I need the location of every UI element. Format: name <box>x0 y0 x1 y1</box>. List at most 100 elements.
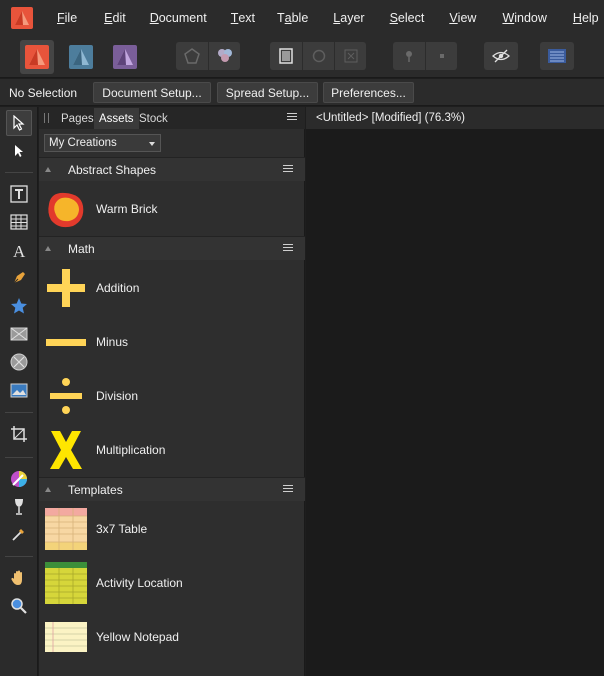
studio-link-designer-button[interactable] <box>176 42 208 70</box>
menu-text[interactable]: Text <box>231 0 255 36</box>
chevron-down-icon <box>149 142 155 146</box>
photo-persona-button[interactable] <box>108 40 142 74</box>
section-title: Math <box>68 241 95 256</box>
preflight-button[interactable] <box>484 42 518 70</box>
asset-addition[interactable]: Addition <box>39 261 305 315</box>
menu-view[interactable]: View <box>449 0 476 36</box>
menu-window[interactable]: Window <box>502 0 546 36</box>
spread-setup-button[interactable]: Spread Setup... <box>217 82 318 103</box>
asset-yellow-notepad[interactable]: Yellow Notepad <box>39 610 305 664</box>
asset-label: Warm Brick <box>96 202 158 216</box>
circle-icon <box>312 49 325 63</box>
pin-settings-button[interactable] <box>425 42 457 70</box>
asset-3x7-table[interactable]: 3x7 Table <box>39 502 305 556</box>
color-picker-tool[interactable] <box>6 521 32 547</box>
node-tool[interactable] <box>6 138 32 164</box>
tools-panel: A <box>0 107 38 676</box>
section-title: Templates <box>68 482 123 497</box>
section-templates[interactable]: Templates <box>39 477 305 501</box>
normal-view-button[interactable] <box>270 42 302 70</box>
asset-minus[interactable]: Minus <box>39 315 305 369</box>
fill-tool[interactable] <box>6 466 32 492</box>
shape-tool[interactable] <box>6 293 32 319</box>
asset-activity-location[interactable]: Activity Location <box>39 556 305 610</box>
pin-button[interactable] <box>393 42 425 70</box>
document-tab[interactable]: <Untitled> [Modified] (76.3%) <box>306 107 604 129</box>
pen-tool[interactable] <box>6 265 32 291</box>
artistic-text-tool[interactable]: A <box>6 238 32 264</box>
asset-label: Division <box>96 389 139 403</box>
document-canvas[interactable] <box>306 129 604 676</box>
section-menu-icon[interactable] <box>283 244 297 254</box>
collapse-triangle-icon[interactable] <box>45 246 51 251</box>
text-frame-button[interactable] <box>540 42 574 70</box>
picture-frame-tool[interactable] <box>6 321 32 347</box>
wine-glass-icon <box>15 499 23 515</box>
menu-table[interactable]: Ta ble <box>277 0 308 36</box>
menu-help[interactable]: Help <box>573 0 599 36</box>
solid-arrow-icon <box>15 145 23 157</box>
move-tool[interactable] <box>6 110 32 136</box>
frame-text-tool[interactable] <box>6 181 32 207</box>
yellow-notepad-thumbnail <box>45 622 87 652</box>
transparency-tool[interactable] <box>6 494 32 520</box>
crop-tool[interactable] <box>6 421 32 447</box>
plus-sign-thumbnail <box>47 269 85 307</box>
studio-link-photo-button[interactable] <box>208 42 240 70</box>
table-template-thumbnail <box>45 508 87 550</box>
table-grid-icon <box>10 214 28 230</box>
panel-tab-bar: Pages Assets Stock <box>39 107 305 129</box>
tab-pages[interactable]: Pages <box>56 108 99 129</box>
section-abstract-shapes[interactable]: Abstract Shapes <box>39 157 305 181</box>
tab-stock[interactable]: Stock <box>134 108 173 129</box>
view-tool[interactable] <box>6 565 32 591</box>
letter-a-icon: A <box>13 242 26 260</box>
preview-mode-button[interactable] <box>302 42 334 70</box>
panel-menu-icon[interactable] <box>287 113 301 123</box>
bleed-mode-button[interactable] <box>334 42 366 70</box>
menu-layer[interactable]: Layer <box>333 0 364 36</box>
page-icon <box>279 48 293 64</box>
menu-edit[interactable]: Edit <box>104 0 126 36</box>
designer-persona-icon <box>69 45 93 69</box>
asset-multiplication[interactable]: Multiplication <box>39 423 305 477</box>
section-menu-icon[interactable] <box>283 485 297 495</box>
ellipse-frame-tool[interactable] <box>6 349 32 375</box>
eye-slash-icon <box>492 49 510 63</box>
assets-panel: Pages Assets Stock My Creations Abstract… <box>39 107 305 676</box>
crop-icon <box>11 426 27 442</box>
designer-persona-button[interactable] <box>64 40 98 74</box>
document-setup-button[interactable]: Document Setup... <box>93 82 211 103</box>
collapse-triangle-icon[interactable] <box>45 167 51 172</box>
view-mode-group <box>270 42 366 70</box>
context-toolbar: No Selection Document Setup... Spread Se… <box>0 79 604 106</box>
tab-assets[interactable]: Assets <box>94 108 139 129</box>
preferences-button[interactable]: Preferences... <box>323 82 414 103</box>
asset-label: 3x7 Table <box>96 522 148 536</box>
menu-bar: File Edit Document Text Ta ble Layer Sele… <box>0 0 604 36</box>
collapse-triangle-icon[interactable] <box>45 487 51 492</box>
menu-select[interactable]: Select <box>390 0 425 36</box>
section-title: Abstract Shapes <box>68 162 157 177</box>
panel-grip-icon[interactable] <box>44 113 49 123</box>
section-math[interactable]: Math <box>39 236 305 260</box>
affinity-publisher-logo-icon[interactable] <box>11 7 33 29</box>
asset-label: Minus <box>96 335 129 349</box>
menu-document[interactable]: Document <box>150 0 207 36</box>
asset-warm-brick[interactable]: Warm Brick <box>39 182 305 236</box>
tools-separator <box>5 457 33 458</box>
studio-link-group <box>176 42 240 70</box>
warm-brick-thumbnail <box>48 192 84 228</box>
table-tool[interactable] <box>6 209 32 235</box>
tools-separator <box>5 412 33 413</box>
asset-division[interactable]: Division <box>39 369 305 423</box>
text-frame-icon <box>10 185 28 203</box>
asset-label: Multiplication <box>96 443 166 457</box>
section-menu-icon[interactable] <box>283 165 297 175</box>
category-dropdown[interactable]: My Creations <box>44 134 161 152</box>
place-image-tool[interactable] <box>6 377 32 403</box>
menu-file[interactable]: File <box>57 0 77 36</box>
photo-persona-icon <box>113 45 137 69</box>
zoom-tool[interactable] <box>6 593 32 619</box>
publisher-persona-button[interactable] <box>20 40 54 74</box>
